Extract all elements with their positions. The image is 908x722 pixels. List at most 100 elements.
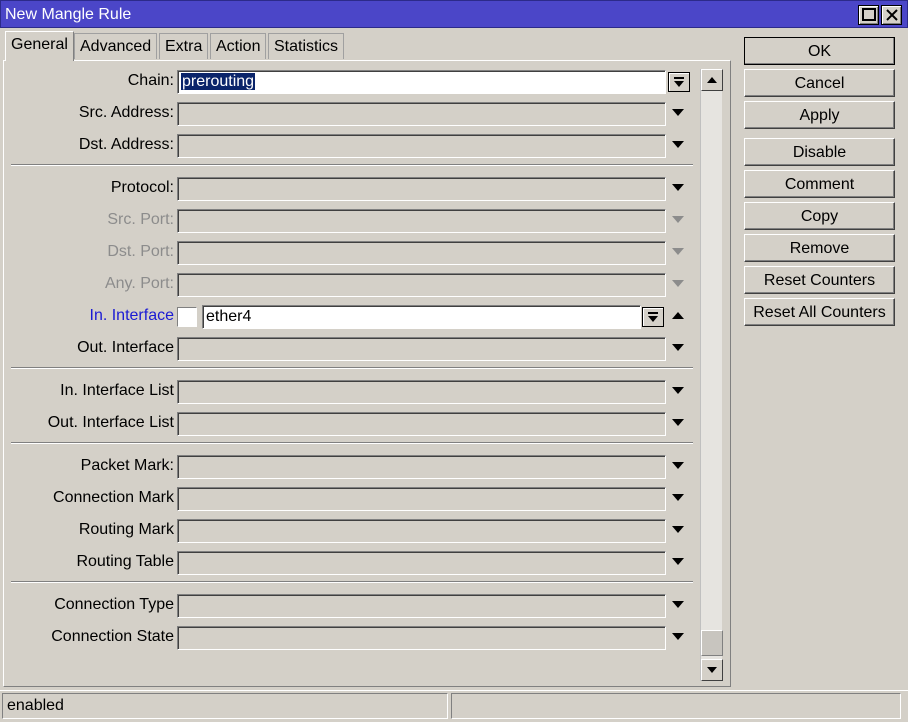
connection-type-input[interactable] bbox=[177, 594, 666, 618]
disable-button[interactable]: Disable bbox=[744, 138, 895, 166]
separator bbox=[11, 367, 693, 369]
comment-button[interactable]: Comment bbox=[744, 170, 895, 198]
reset-counters-button[interactable]: Reset Counters bbox=[744, 266, 895, 294]
in-interface-list-expand-icon[interactable] bbox=[672, 387, 684, 394]
arrow-down-icon bbox=[707, 667, 717, 673]
in-interface-input[interactable]: ether4 bbox=[202, 305, 641, 329]
connection-type-row: Connection Type bbox=[4, 592, 704, 618]
tab-extra[interactable]: Extra bbox=[159, 33, 209, 59]
maximize-icon bbox=[862, 8, 876, 21]
close-icon bbox=[886, 9, 898, 21]
routing-mark-expand-icon[interactable] bbox=[672, 526, 684, 533]
src-address-label: Src. Address: bbox=[78, 104, 174, 121]
title-bar: New Mangle Rule bbox=[0, 0, 908, 28]
close-button[interactable] bbox=[881, 5, 902, 25]
chain-input[interactable]: prerouting bbox=[177, 70, 666, 94]
connection-mark-expand-icon[interactable] bbox=[672, 494, 684, 501]
dst-port-row: Dst. Port: bbox=[4, 239, 704, 265]
apply-button[interactable]: Apply bbox=[744, 101, 895, 129]
dst-address-input[interactable] bbox=[177, 134, 666, 158]
separator bbox=[11, 442, 693, 444]
scroll-thumb[interactable] bbox=[701, 630, 723, 656]
separator bbox=[11, 581, 693, 583]
maximize-button[interactable] bbox=[858, 5, 879, 25]
in-interface-label[interactable]: In. Interface bbox=[90, 307, 175, 325]
tab-action[interactable]: Action bbox=[210, 33, 267, 59]
chain-label: Chain: bbox=[127, 72, 174, 89]
out-interface-input[interactable] bbox=[177, 337, 666, 361]
src-port-input bbox=[177, 209, 666, 233]
chain-value: prerouting bbox=[181, 73, 256, 90]
tab-general[interactable]: General bbox=[5, 31, 74, 61]
status-secondary bbox=[451, 693, 901, 719]
in-interface-list-row: In. Interface List bbox=[4, 378, 704, 404]
dst-address-row: Dst. Address: bbox=[4, 132, 704, 158]
status-text: enabled bbox=[2, 693, 448, 719]
chain-dropdown-button[interactable] bbox=[668, 72, 690, 92]
copy-button[interactable]: Copy bbox=[744, 202, 895, 230]
in-interface-dropdown-button[interactable] bbox=[642, 307, 664, 327]
scroll-up-button[interactable] bbox=[701, 69, 723, 91]
dst-address-label: Dst. Address: bbox=[78, 136, 174, 153]
protocol-label: Protocol: bbox=[110, 179, 174, 196]
connection-type-expand-icon[interactable] bbox=[672, 601, 684, 608]
dst-address-expand-icon[interactable] bbox=[672, 141, 684, 148]
connection-state-expand-icon[interactable] bbox=[672, 633, 684, 640]
dst-port-expand-icon bbox=[672, 248, 684, 255]
connection-state-input[interactable] bbox=[177, 626, 666, 650]
window-title: New Mangle Rule bbox=[5, 6, 132, 23]
connection-mark-input[interactable] bbox=[177, 487, 666, 511]
any-port-row: Any. Port: bbox=[4, 271, 704, 297]
src-address-expand-icon[interactable] bbox=[672, 109, 684, 116]
ok-button[interactable]: OK bbox=[744, 37, 895, 65]
src-address-input[interactable] bbox=[177, 102, 666, 126]
in-interface-row: In. Interface ether4 bbox=[4, 303, 704, 329]
cancel-button[interactable]: Cancel bbox=[744, 69, 895, 97]
routing-table-input[interactable] bbox=[177, 551, 666, 575]
out-interface-list-label: Out. Interface List bbox=[47, 414, 174, 431]
routing-table-expand-icon[interactable] bbox=[672, 558, 684, 565]
protocol-expand-icon[interactable] bbox=[672, 184, 684, 191]
separator bbox=[11, 164, 693, 166]
vertical-scrollbar[interactable] bbox=[700, 69, 723, 681]
packet-mark-input[interactable] bbox=[177, 455, 666, 479]
out-interface-row: Out. Interface bbox=[4, 335, 704, 361]
routing-mark-label: Routing Mark bbox=[78, 521, 174, 538]
src-port-label: Src. Port: bbox=[107, 211, 174, 228]
status-bar: enabled bbox=[0, 690, 908, 722]
connection-state-row: Connection State bbox=[4, 624, 704, 650]
in-interface-collapse-icon[interactable] bbox=[672, 312, 684, 319]
src-address-row: Src. Address: bbox=[4, 100, 704, 126]
any-port-input bbox=[177, 273, 666, 297]
dst-port-label: Dst. Port: bbox=[107, 243, 174, 260]
in-interface-list-label: In. Interface List bbox=[60, 382, 174, 399]
reset-all-counters-button[interactable]: Reset All Counters bbox=[744, 298, 895, 326]
protocol-input[interactable] bbox=[177, 177, 666, 201]
routing-mark-input[interactable] bbox=[177, 519, 666, 543]
out-interface-list-expand-icon[interactable] bbox=[672, 419, 684, 426]
connection-mark-label: Connection Mark bbox=[53, 489, 174, 506]
in-interface-value: ether4 bbox=[206, 308, 252, 325]
any-port-expand-icon bbox=[672, 280, 684, 287]
packet-mark-label: Packet Mark: bbox=[80, 457, 174, 474]
scroll-down-button[interactable] bbox=[701, 659, 723, 681]
in-interface-invert-checkbox[interactable] bbox=[177, 307, 197, 327]
dropdown-arrow-icon bbox=[674, 81, 684, 87]
out-interface-label: Out. Interface bbox=[77, 339, 174, 356]
any-port-label: Any. Port: bbox=[104, 275, 174, 292]
remove-button[interactable]: Remove bbox=[744, 234, 895, 262]
arrow-up-icon bbox=[707, 77, 717, 83]
packet-mark-row: Packet Mark: bbox=[4, 453, 704, 479]
connection-type-label: Connection Type bbox=[54, 596, 174, 613]
tab-statistics[interactable]: Statistics bbox=[268, 33, 345, 59]
out-interface-list-input[interactable] bbox=[177, 412, 666, 436]
in-interface-list-input[interactable] bbox=[177, 380, 666, 404]
connection-state-label: Connection State bbox=[51, 628, 174, 645]
routing-table-row: Routing Table bbox=[4, 549, 704, 575]
tab-advanced[interactable]: Advanced bbox=[74, 33, 158, 59]
out-interface-expand-icon[interactable] bbox=[672, 344, 684, 351]
protocol-row: Protocol: bbox=[4, 175, 704, 201]
routing-mark-row: Routing Mark bbox=[4, 517, 704, 543]
packet-mark-expand-icon[interactable] bbox=[672, 462, 684, 469]
out-interface-list-row: Out. Interface List bbox=[4, 410, 704, 436]
